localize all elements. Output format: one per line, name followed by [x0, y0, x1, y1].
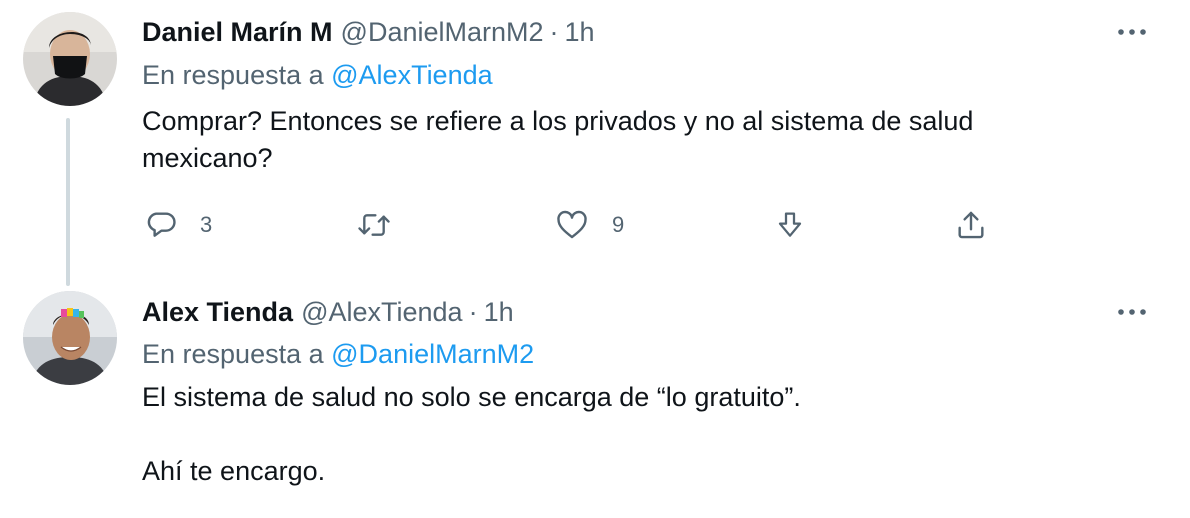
reply-prefix: En respuesta a: [142, 339, 324, 369]
tweet-header: Daniel Marín M @DanielMarnM2 · 1h: [142, 14, 595, 50]
upload-button[interactable]: [954, 205, 988, 245]
reply-button[interactable]: 3: [144, 205, 212, 245]
heart-icon: [557, 210, 587, 239]
user-handle[interactable]: @AlexTienda: [301, 297, 463, 328]
tweet-text: Comprar? Entonces se refiere a los priva…: [142, 103, 1102, 177]
share-down-arrow-icon: [778, 212, 802, 237]
tweet-header: Alex Tienda @AlexTienda · 1h: [142, 294, 514, 330]
reply-prefix: En respuesta a: [142, 60, 324, 90]
user-handle[interactable]: @DanielMarnM2: [341, 17, 544, 48]
tweet-text: El sistema de salud no solo se encarga d…: [142, 379, 1102, 490]
tweet[interactable]: Alex Tienda @AlexTienda · 1h En respuest…: [0, 283, 1190, 518]
avatar[interactable]: [23, 291, 117, 385]
avatar-photo-icon: [23, 12, 117, 106]
separator-dot: ·: [468, 296, 478, 327]
timestamp[interactable]: 1h: [484, 297, 514, 328]
tweet-paragraph: El sistema de salud no solo se encarga d…: [142, 382, 801, 412]
more-button[interactable]: [1116, 24, 1148, 40]
reply-count: 3: [200, 212, 213, 237]
more-button[interactable]: [1116, 304, 1148, 320]
timestamp[interactable]: 1h: [565, 17, 595, 48]
tweet[interactable]: Daniel Marín M @DanielMarnM2 · 1h En res…: [0, 0, 1190, 280]
display-name[interactable]: Alex Tienda: [142, 297, 293, 328]
reply-mention-link[interactable]: @AlexTienda: [331, 60, 493, 90]
retweet-button[interactable]: [356, 205, 414, 245]
like-count: 9: [612, 212, 625, 237]
share-button[interactable]: [774, 205, 806, 245]
tweet-text-line: mexicano?: [142, 143, 273, 173]
reply-bubble-icon: [147, 212, 176, 237]
avatar-photo-icon: [23, 291, 117, 385]
tweet-actions: 3 9: [142, 205, 1002, 245]
display-name[interactable]: Daniel Marín M: [142, 17, 333, 48]
reply-context: En respuesta a @DanielMarnM2: [142, 339, 534, 370]
tweet-paragraph: Ahí te encargo.: [142, 456, 326, 486]
separator-dot: ·: [549, 16, 559, 47]
more-horizontal-icon: [1118, 309, 1146, 315]
reply-mention-link[interactable]: @DanielMarnM2: [331, 339, 534, 369]
reply-context: En respuesta a @AlexTienda: [142, 60, 493, 91]
avatar[interactable]: [23, 12, 117, 106]
like-button[interactable]: 9: [554, 205, 624, 245]
upload-icon: [958, 211, 984, 239]
retweet-icon: [358, 214, 390, 236]
tweet-text-line: Comprar? Entonces se refiere a los priva…: [142, 106, 974, 136]
more-horizontal-icon: [1118, 29, 1146, 35]
